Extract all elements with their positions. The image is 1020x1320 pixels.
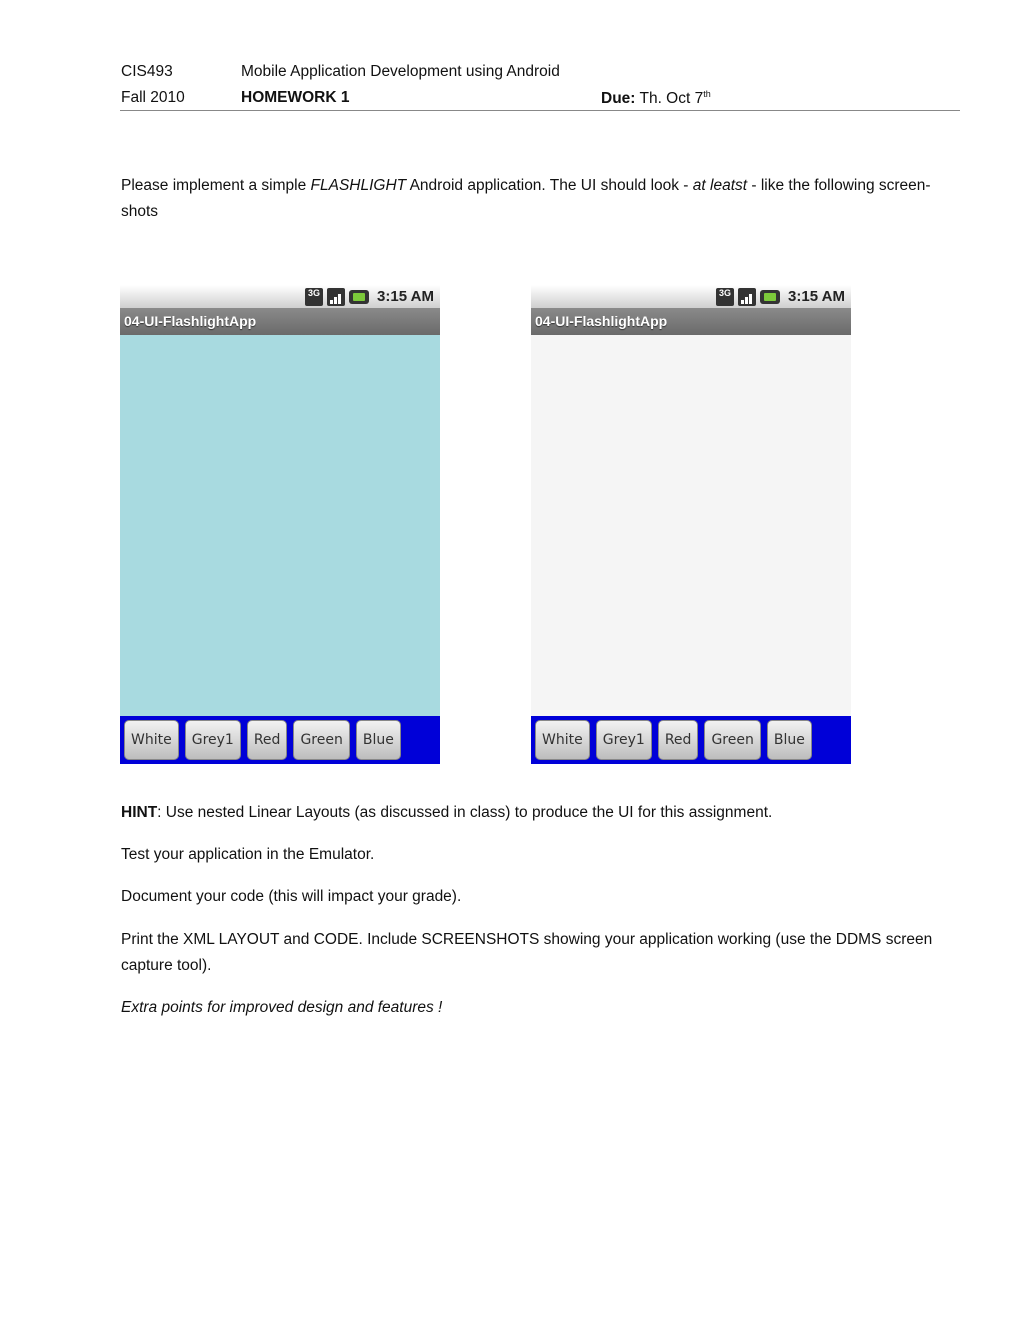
intro-at-least: at leatst bbox=[692, 177, 748, 194]
grey1-button[interactable]: Grey1 bbox=[595, 720, 652, 760]
print-paragraph: Print the XML LAYOUT and CODE. Include S… bbox=[121, 931, 933, 974]
blue-button[interactable]: Blue bbox=[355, 720, 401, 760]
course-code: CIS493 bbox=[121, 63, 173, 80]
course-title: Mobile Application Development using And… bbox=[241, 63, 560, 80]
green-button[interactable]: Green bbox=[704, 720, 761, 760]
white-button[interactable]: White bbox=[535, 720, 590, 760]
term: Fall 2010 bbox=[121, 89, 185, 106]
button-bar: White Grey1 Red Green Blue bbox=[531, 716, 851, 764]
flashlight-canvas bbox=[120, 335, 440, 716]
network-3g-icon: 3G bbox=[716, 287, 735, 306]
status-bar: 3G 3:15 AM bbox=[531, 285, 851, 308]
due-value: Th. Oct 7 bbox=[635, 90, 704, 108]
intro-flashlight: FLASHLIGHT bbox=[310, 177, 407, 194]
red-button[interactable]: Red bbox=[246, 720, 288, 760]
due-label: Due: bbox=[601, 90, 636, 108]
extra-points-paragraph: Extra points for improved design and fea… bbox=[121, 999, 443, 1016]
red-button[interactable]: Red bbox=[657, 720, 699, 760]
status-bar: 3G 3:15 AM bbox=[120, 285, 440, 308]
screenshot-2: 3G 3:15 AM 04-UI-FlashlightApp White Gre… bbox=[531, 285, 851, 764]
header-divider bbox=[120, 110, 960, 111]
grey1-button[interactable]: Grey1 bbox=[184, 720, 241, 760]
test-paragraph: Test your application in the Emulator. bbox=[121, 846, 375, 863]
blue-button[interactable]: Blue bbox=[766, 720, 812, 760]
white-button[interactable]: White bbox=[124, 720, 179, 760]
document-paragraph: Document your code (this will impact you… bbox=[121, 888, 462, 905]
intro-paragraph: Please implement a simple FLASHLIGHT And… bbox=[121, 173, 951, 225]
status-time: 3:15 AM bbox=[788, 288, 845, 305]
intro-text: Please implement a simple bbox=[121, 177, 311, 194]
flashlight-canvas bbox=[531, 335, 851, 716]
app-title-bar: 04-UI-FlashlightApp bbox=[120, 308, 440, 335]
due-sup: th bbox=[703, 89, 711, 99]
screenshot-1: 3G 3:15 AM 04-UI-FlashlightApp White Gre… bbox=[120, 285, 440, 764]
hint-paragraph: HINT: Use nested Linear Layouts (as disc… bbox=[121, 800, 951, 826]
hint-text: : Use nested Linear Layouts (as discusse… bbox=[157, 804, 773, 821]
app-title-bar: 04-UI-FlashlightApp bbox=[531, 308, 851, 335]
battery-icon bbox=[349, 289, 370, 304]
status-time: 3:15 AM bbox=[377, 288, 434, 305]
due-date: Due: Th. Oct 7th bbox=[601, 89, 711, 108]
signal-icon bbox=[738, 287, 757, 306]
assignment-title: HOMEWORK 1 bbox=[241, 89, 350, 106]
battery-icon bbox=[760, 289, 781, 304]
hint-label: HINT bbox=[121, 804, 158, 821]
network-3g-icon: 3G bbox=[305, 287, 324, 306]
green-button[interactable]: Green bbox=[293, 720, 350, 760]
intro-text: Android application. The UI should look … bbox=[406, 177, 693, 194]
button-bar: White Grey1 Red Green Blue bbox=[120, 716, 440, 764]
signal-icon bbox=[327, 287, 346, 306]
